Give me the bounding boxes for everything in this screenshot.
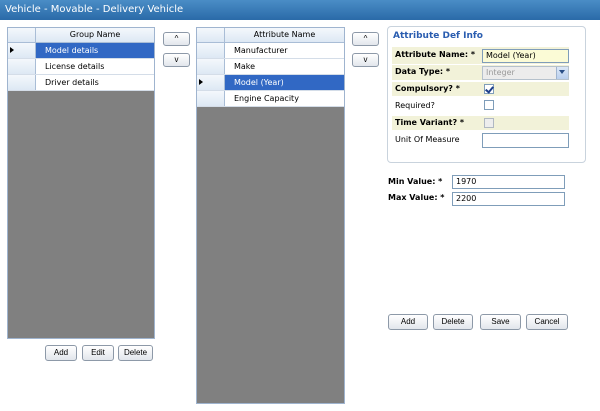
row-selector[interactable] <box>8 75 36 90</box>
time-variant-label: Time Variant? * <box>395 118 465 127</box>
current-row-arrow-icon <box>10 47 14 53</box>
attribute-name-cell[interactable]: Engine Capacity <box>225 91 344 106</box>
cancel-button[interactable]: Cancel <box>526 314 568 330</box>
dropdown-button[interactable] <box>556 67 568 79</box>
group-name-cell[interactable]: License details <box>36 59 154 74</box>
data-type-select[interactable]: Integer <box>482 66 569 80</box>
max-value-label: Max Value: * <box>388 193 445 202</box>
attribute-move-down-button[interactable]: v <box>352 53 379 67</box>
save-button[interactable]: Save <box>480 314 521 330</box>
edit-group-button[interactable]: Edit <box>82 345 114 361</box>
max-value-input[interactable]: 2200 <box>452 192 565 206</box>
table-row[interactable]: Driver details <box>8 75 154 91</box>
compulsory-checkbox[interactable] <box>484 84 494 94</box>
group-name-cell[interactable]: Model details <box>36 43 154 58</box>
time-variant-checkbox[interactable] <box>484 118 494 128</box>
row-selector[interactable] <box>197 43 225 58</box>
attribute-name-cell[interactable]: Make <box>225 59 344 74</box>
attribute-move-up-button[interactable]: ^ <box>352 32 379 46</box>
unit-of-measure-input[interactable] <box>482 133 569 148</box>
row-selector[interactable] <box>8 43 36 58</box>
delete-group-button[interactable]: Delete <box>118 345 153 361</box>
group-grid-header: Group Name <box>8 28 154 43</box>
group-grid[interactable]: Group Name Model details License details… <box>7 27 155 339</box>
data-type-value: Integer <box>486 68 515 77</box>
min-value-label: Min Value: * <box>388 177 443 186</box>
attribute-name-input[interactable]: Model (Year) <box>482 49 569 63</box>
row-selector[interactable] <box>197 59 225 74</box>
row-selector-header <box>197 28 225 42</box>
group-name-column-header[interactable]: Group Name <box>36 28 154 42</box>
table-row[interactable]: Manufacturer <box>197 43 344 59</box>
required-label: Required? <box>395 101 435 110</box>
min-value-input[interactable]: 1970 <box>452 175 565 189</box>
table-row[interactable]: Make <box>197 59 344 75</box>
delete-attribute-button[interactable]: Delete <box>433 314 473 330</box>
required-checkbox[interactable] <box>484 100 494 110</box>
attribute-grid[interactable]: Attribute Name Manufacturer Make Model (… <box>196 27 345 404</box>
group-move-up-button[interactable]: ^ <box>163 32 190 46</box>
table-row[interactable]: Model details <box>8 43 154 59</box>
table-row[interactable]: Engine Capacity <box>197 91 344 107</box>
attribute-grid-header: Attribute Name <box>197 28 344 43</box>
add-group-button[interactable]: Add <box>45 345 77 361</box>
window-title: Vehicle - Movable - Delivery Vehicle <box>5 4 184 15</box>
attribute-def-info-title: Attribute Def Info <box>391 31 485 41</box>
row-selector[interactable] <box>197 91 225 106</box>
data-type-label: Data Type: * <box>395 67 451 76</box>
chevron-down-icon <box>559 70 565 74</box>
table-row[interactable]: Model (Year) <box>197 75 344 91</box>
compulsory-label: Compulsory? * <box>395 84 460 93</box>
attribute-name-label: Attribute Name: * <box>395 50 476 59</box>
group-move-down-button[interactable]: v <box>163 53 190 67</box>
add-attribute-button[interactable]: Add <box>388 314 428 330</box>
attribute-name-cell[interactable]: Model (Year) <box>225 75 344 90</box>
row-selector[interactable] <box>197 75 225 90</box>
table-row[interactable]: License details <box>8 59 154 75</box>
row-selector-header <box>8 28 36 42</box>
attribute-name-cell[interactable]: Manufacturer <box>225 43 344 58</box>
unit-of-measure-label: Unit Of Measure <box>395 135 460 144</box>
group-name-cell[interactable]: Driver details <box>36 75 154 90</box>
row-selector[interactable] <box>8 59 36 74</box>
current-row-arrow-icon <box>199 79 203 85</box>
window-title-bar: Vehicle - Movable - Delivery Vehicle <box>0 0 600 20</box>
check-icon <box>485 84 494 94</box>
attribute-name-column-header[interactable]: Attribute Name <box>225 28 344 42</box>
